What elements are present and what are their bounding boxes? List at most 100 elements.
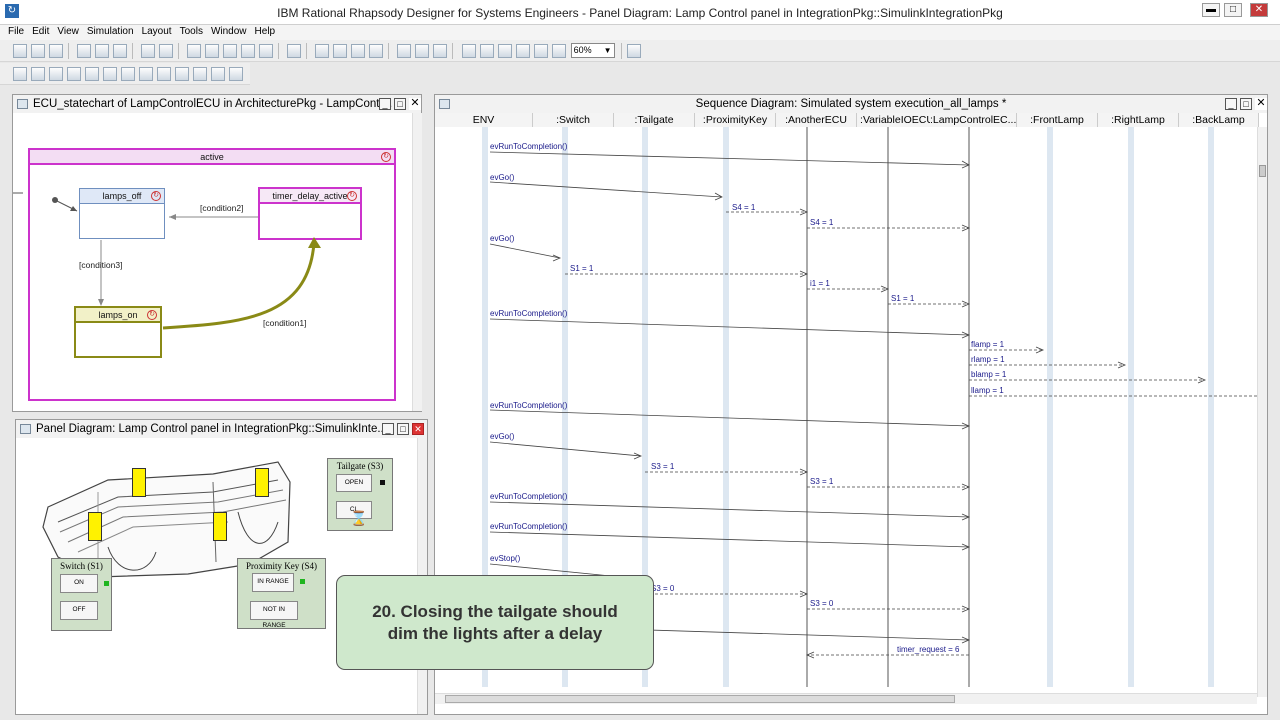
message-label[interactable]: evRunToCompletion() (490, 309, 567, 318)
menu-view[interactable]: View (57, 25, 79, 39)
stop-icon[interactable] (31, 67, 46, 81)
lifeline-header[interactable]: ENV (435, 113, 533, 127)
message-label[interactable]: S3 = 1 (810, 477, 833, 486)
fit-icon[interactable] (533, 44, 548, 58)
print-icon[interactable] (141, 44, 156, 58)
menu-tools[interactable]: Tools (180, 25, 203, 39)
sequence-maximize-button[interactable]: □ (1240, 98, 1252, 110)
copy-icon[interactable] (95, 44, 110, 58)
message-label[interactable]: evRunToCompletion() (490, 492, 567, 501)
message-label[interactable]: S3 = 0 (651, 584, 674, 593)
zoom-select-icon[interactable] (497, 44, 512, 58)
info-icon[interactable] (159, 44, 174, 58)
menu-help[interactable]: Help (255, 25, 276, 39)
transition-condition1[interactable]: [condition1] (263, 318, 306, 328)
message-label[interactable]: evGo() (490, 234, 514, 243)
close-button[interactable]: ✕ (1250, 3, 1268, 17)
statechart-minimize-button[interactable]: _ (379, 98, 391, 110)
lifeline-header[interactable]: :LampControlEC... (930, 113, 1017, 127)
message-label[interactable]: evGo() (490, 173, 514, 182)
menu-edit[interactable]: Edit (32, 25, 49, 39)
statechart-close-button[interactable]: ✕ (409, 98, 421, 110)
properties-icon[interactable] (626, 44, 641, 58)
browser-icon[interactable] (397, 44, 412, 58)
lifeline-header[interactable]: :FrontLamp (1017, 113, 1098, 127)
statechart-maximize-button[interactable]: □ (394, 98, 406, 110)
message-label[interactable]: S1 = 1 (891, 294, 914, 303)
statechart-scrollbar[interactable] (412, 113, 422, 411)
navigate-icon[interactable] (241, 44, 256, 58)
step-icon[interactable] (67, 67, 82, 81)
panel-close-button[interactable]: ✕ (412, 423, 424, 435)
output-icon[interactable] (433, 44, 448, 58)
locate-icon[interactable] (223, 44, 238, 58)
message-label[interactable]: evGo() (490, 432, 514, 441)
lifeline-header[interactable]: :Switch (533, 113, 614, 127)
lifeline-header[interactable]: :AnotherECU (776, 113, 857, 127)
redo-icon[interactable] (205, 44, 220, 58)
monitor-icon[interactable] (229, 67, 244, 81)
step-over-icon[interactable] (85, 67, 100, 81)
sequence-vertical-scrollbar[interactable] (1257, 127, 1267, 697)
message-label[interactable]: S4 = 1 (732, 203, 755, 212)
message-label[interactable]: rlamp = 1 (971, 355, 1005, 364)
message-label[interactable]: llamp = 1 (971, 386, 1004, 395)
lifeline-header[interactable]: :BackLamp (1179, 113, 1259, 127)
lifeline-header[interactable]: :ProximityKey (695, 113, 776, 127)
open-icon[interactable] (31, 44, 46, 58)
search-replace-icon[interactable] (259, 44, 274, 58)
message-label[interactable]: evRunToCompletion() (490, 401, 567, 410)
message-label[interactable]: evRunToCompletion() (490, 142, 567, 151)
message-label[interactable]: S1 = 1 (570, 264, 593, 273)
menu-window[interactable]: Window (211, 25, 247, 39)
message-label[interactable]: flamp = 1 (971, 340, 1004, 349)
tailgate-open-button[interactable]: OPEN (336, 474, 372, 492)
message-label[interactable]: i1 = 1 (810, 279, 830, 288)
play-icon[interactable] (49, 67, 64, 81)
in-range-button[interactable]: IN RANGE (252, 573, 294, 592)
switch-on-button[interactable]: ON (60, 574, 98, 593)
cut-icon[interactable] (77, 44, 92, 58)
lifeline-header[interactable]: :Tailgate (614, 113, 695, 127)
message-label[interactable]: evRunToCompletion() (490, 522, 567, 531)
layout-2-icon[interactable] (333, 44, 348, 58)
message-label[interactable]: evStop() (490, 554, 520, 563)
paste-icon[interactable] (113, 44, 128, 58)
minimize-button[interactable]: ▬ (1202, 3, 1220, 17)
pan-icon[interactable] (515, 44, 530, 58)
switch-off-button[interactable]: OFF (60, 601, 98, 620)
lifeline-header[interactable]: :RightLamp (1098, 113, 1179, 127)
menu-simulation[interactable]: Simulation (87, 25, 134, 39)
transition-condition2[interactable]: [condition2] (200, 203, 243, 213)
save-icon[interactable] (49, 44, 64, 58)
zoom-percent-icon[interactable] (551, 44, 566, 58)
message-label[interactable]: blamp = 1 (971, 370, 1006, 379)
zoom-select[interactable]: 60% ▼ (570, 43, 615, 58)
zoom-out-icon[interactable] (479, 44, 494, 58)
sequence-icon[interactable] (211, 67, 226, 81)
halt-icon[interactable] (139, 67, 154, 81)
panel-maximize-button[interactable]: □ (397, 423, 409, 435)
sequence-close-button[interactable]: ✕ (1255, 98, 1267, 110)
transition-condition3[interactable]: [condition3] (79, 260, 122, 270)
not-in-range-button[interactable]: NOT IN RANGE (250, 601, 298, 629)
sequence-horizontal-scrollbar[interactable] (435, 693, 1257, 704)
features-icon[interactable] (415, 44, 430, 58)
message-label[interactable]: S3 = 0 (810, 599, 833, 608)
maximize-button[interactable]: □ (1224, 3, 1242, 17)
layout-4-icon[interactable] (369, 44, 384, 58)
flag-icon[interactable] (193, 67, 208, 81)
menu-layout[interactable]: Layout (142, 25, 172, 39)
panel-minimize-button[interactable]: _ (382, 423, 394, 435)
restart-icon[interactable] (13, 67, 28, 81)
message-label[interactable]: S4 = 1 (810, 218, 833, 227)
sequence-minimize-button[interactable]: _ (1225, 98, 1237, 110)
threads-icon[interactable] (175, 67, 190, 81)
break-icon[interactable] (121, 67, 136, 81)
message-label[interactable]: S3 = 1 (651, 462, 674, 471)
lifeline-header[interactable]: :VariableIOECU (857, 113, 938, 127)
pause-icon[interactable] (103, 67, 118, 81)
message-label[interactable]: timer_request = 6 (897, 645, 959, 654)
menu-file[interactable]: File (8, 25, 24, 39)
layout-3-icon[interactable] (351, 44, 366, 58)
